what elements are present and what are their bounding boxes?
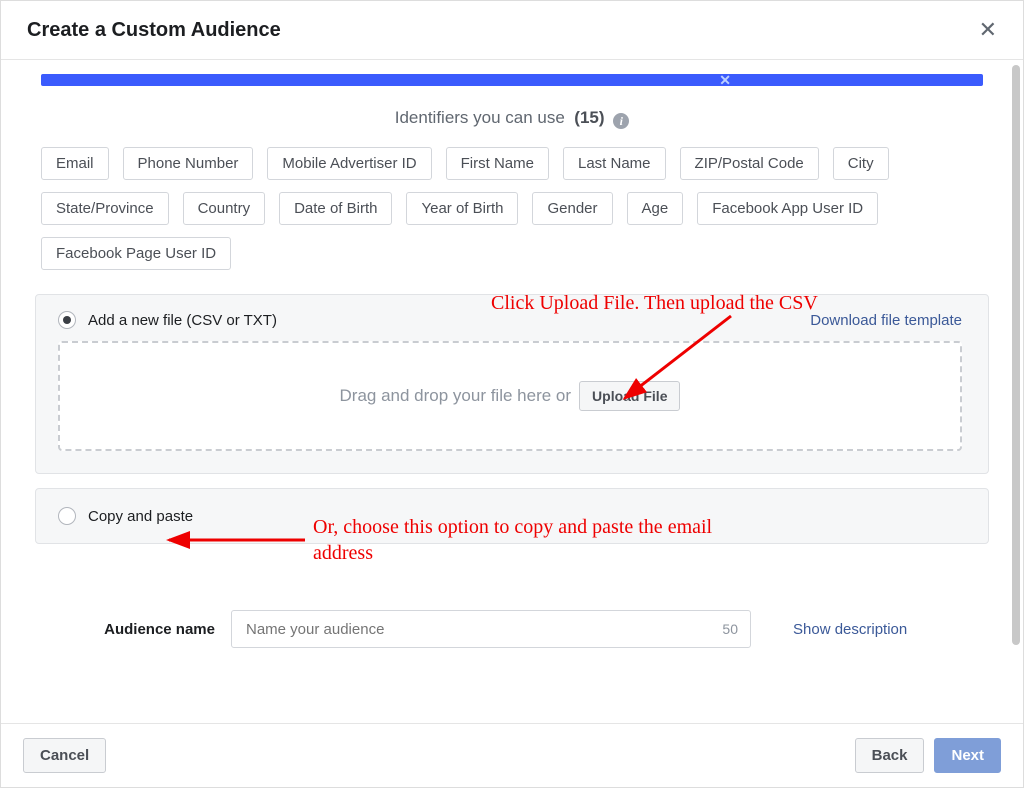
panel-add-file-header: Add a new file (CSV or TXT) Download fil… [58, 311, 962, 329]
chip-zip[interactable]: ZIP/Postal Code [680, 147, 819, 180]
info-icon[interactable]: i [613, 113, 629, 129]
progress-bar: ✕ [41, 74, 983, 86]
modal-body: ✕ Identifiers you can use (15) i Email P… [1, 74, 1023, 666]
audience-name-input-wrap[interactable]: 50 [231, 610, 751, 648]
modal: Create a Custom Audience ✕ ✕ Identifiers… [0, 0, 1024, 788]
chip-dob[interactable]: Date of Birth [279, 192, 392, 225]
chip-fb-app-uid[interactable]: Facebook App User ID [697, 192, 878, 225]
back-button[interactable]: Back [855, 738, 925, 773]
chip-yob[interactable]: Year of Birth [406, 192, 518, 225]
identifiers-count: (15) [574, 108, 604, 127]
footer-button-group: Back Next [855, 738, 1001, 773]
identifiers-heading: Identifiers you can use (15) i [35, 108, 989, 129]
chip-city[interactable]: City [833, 147, 889, 180]
panel-add-file: Add a new file (CSV or TXT) Download fil… [35, 294, 989, 474]
chip-email[interactable]: Email [41, 147, 109, 180]
char-limit: 50 [722, 621, 738, 637]
audience-name-label: Audience name [65, 621, 215, 638]
close-icon[interactable]: ✕ [975, 15, 1001, 45]
modal-title: Create a Custom Audience [27, 19, 281, 42]
chip-country[interactable]: Country [183, 192, 266, 225]
dropzone-text: Drag and drop your file here or [340, 386, 572, 406]
modal-footer: Cancel Back Next [1, 723, 1023, 787]
chip-firstname[interactable]: First Name [446, 147, 549, 180]
panel-copy-paste: Copy and paste [35, 488, 989, 544]
radio-add-file-label: Add a new file (CSV or TXT) [88, 312, 277, 329]
cancel-button[interactable]: Cancel [23, 738, 106, 773]
radio-copy-paste[interactable] [58, 507, 76, 525]
bar-close-icon[interactable]: ✕ [719, 72, 731, 89]
chip-fb-page-uid[interactable]: Facebook Page User ID [41, 237, 231, 270]
chip-age[interactable]: Age [627, 192, 684, 225]
upload-file-button[interactable]: Upload File [579, 381, 680, 411]
chip-gender[interactable]: Gender [532, 192, 612, 225]
radio-add-file[interactable] [58, 311, 76, 329]
audience-name-row: Audience name 50 Show description [35, 592, 989, 666]
chip-state[interactable]: State/Province [41, 192, 169, 225]
identifier-chips: Email Phone Number Mobile Advertiser ID … [35, 147, 989, 270]
scrollbar[interactable] [1011, 65, 1021, 653]
show-description-link[interactable]: Show description [793, 621, 907, 638]
radio-copy-paste-label: Copy and paste [88, 508, 193, 525]
radio-row-add-file[interactable]: Add a new file (CSV or TXT) [58, 311, 277, 329]
chip-lastname[interactable]: Last Name [563, 147, 666, 180]
scrollbar-thumb[interactable] [1012, 65, 1020, 645]
radio-row-copy-paste[interactable]: Copy and paste [58, 507, 966, 525]
next-button[interactable]: Next [934, 738, 1001, 773]
dropzone[interactable]: Drag and drop your file here or Upload F… [58, 341, 962, 451]
chip-phone[interactable]: Phone Number [123, 147, 254, 180]
download-template-link[interactable]: Download file template [810, 312, 962, 329]
modal-header: Create a Custom Audience ✕ [1, 1, 1023, 60]
identifiers-label: Identifiers you can use [395, 108, 565, 127]
audience-name-input[interactable] [244, 620, 722, 639]
chip-maid[interactable]: Mobile Advertiser ID [267, 147, 431, 180]
